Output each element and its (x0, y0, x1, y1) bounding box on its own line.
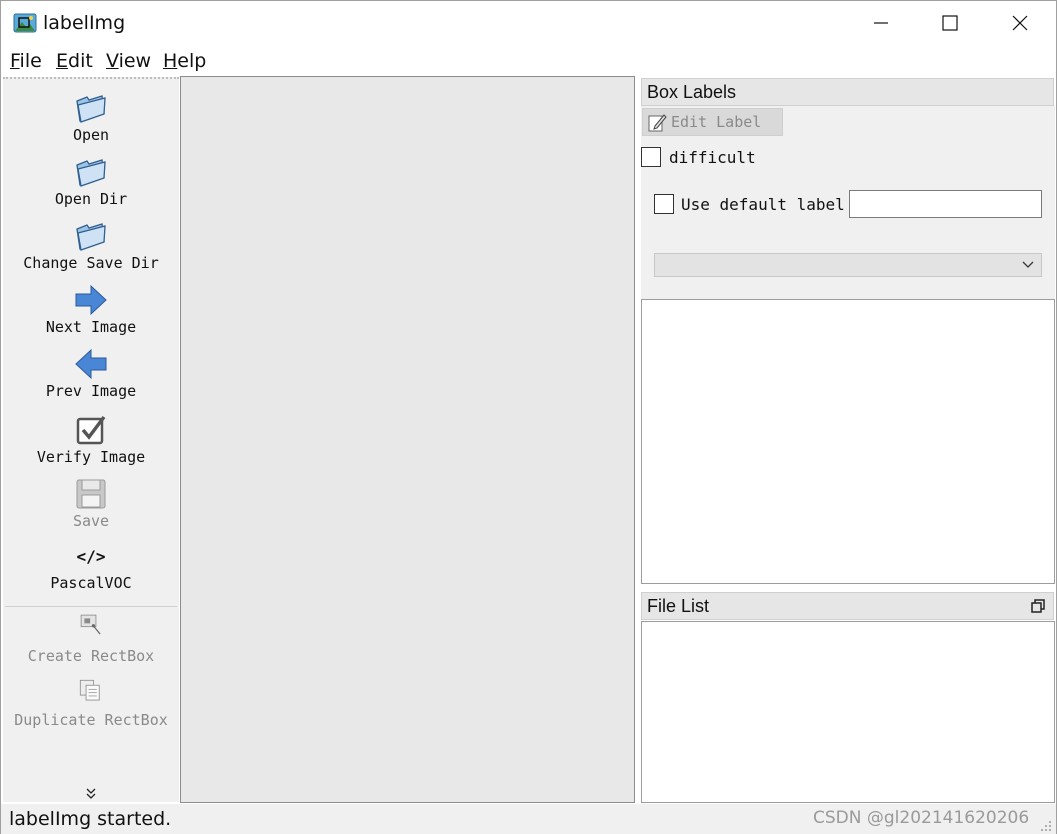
menu-file[interactable]: File (10, 50, 42, 72)
menu-help-key: H (163, 50, 178, 72)
file-list[interactable] (641, 621, 1055, 803)
verify-image-button[interactable]: Verify Image (3, 413, 179, 466)
duplicate-rectbox-button[interactable]: Duplicate RectBox (3, 677, 179, 729)
title-bar: labelImg (1, 1, 1056, 45)
edit-label-button[interactable]: Edit Label (642, 108, 783, 136)
menu-bar: File Edit View Help (1, 47, 1056, 75)
label-list[interactable] (641, 299, 1055, 584)
menu-help[interactable]: Help (163, 50, 206, 72)
draw-rectangle-icon (80, 614, 101, 635)
format-button[interactable]: </> PascalVOC (3, 547, 179, 592)
change-save-dir-button[interactable]: Change Save Dir (3, 219, 179, 272)
chevron-down-icon (1022, 261, 1034, 268)
float-window-icon[interactable] (1031, 599, 1045, 613)
close-button[interactable] (985, 1, 1055, 45)
minimize-button[interactable] (846, 1, 916, 45)
menu-edit[interactable]: Edit (56, 50, 93, 72)
arrow-left-icon (75, 348, 107, 380)
toolbar-divider (5, 606, 177, 607)
verify-image-label: Verify Image (36, 448, 146, 466)
open-dir-label: Open Dir (54, 190, 128, 208)
menu-help-rest: elp (177, 50, 207, 72)
minimize-icon (874, 22, 888, 24)
difficult-label: difficult (669, 148, 756, 167)
prev-image-label: Prev Image (45, 382, 137, 400)
next-image-label: Next Image (45, 318, 137, 336)
edit-pencil-icon (648, 114, 667, 132)
label-combobox[interactable] (654, 253, 1042, 277)
use-default-label-label: Use default label (681, 195, 845, 214)
folder-open-icon (76, 95, 106, 123)
status-bar: labelImg started. CSDN @gl202141620206 (1, 804, 1056, 834)
window-title: labelImg (43, 12, 126, 34)
save-button[interactable]: Save (3, 477, 179, 530)
copy-icon (79, 679, 100, 701)
prev-image-button[interactable]: Prev Image (3, 347, 179, 400)
maximize-icon (942, 15, 958, 31)
checkbox-checked-icon (76, 415, 106, 445)
open-button[interactable]: Open (3, 91, 179, 144)
difficult-checkbox[interactable] (641, 147, 661, 167)
create-rectbox-label: Create RectBox (27, 647, 155, 665)
menu-file-rest: ile (19, 50, 42, 72)
double-chevron-down-icon (86, 788, 96, 799)
open-label: Open (72, 126, 110, 144)
arrow-right-icon (75, 284, 107, 316)
menu-view-rest: iew (118, 50, 152, 72)
resize-grip-icon[interactable] (1040, 820, 1052, 832)
floppy-disk-icon (76, 479, 106, 509)
app-window: labelImg File Edit View Help Open Open D… (0, 0, 1057, 834)
app-logo-icon (13, 13, 37, 33)
menu-file-key: F (10, 50, 20, 72)
menu-edit-rest: dit (68, 50, 93, 72)
file-list-title[interactable]: File List (641, 592, 1054, 620)
next-image-button[interactable]: Next Image (3, 283, 179, 336)
maximize-button[interactable] (915, 1, 985, 45)
toolbar-more-button[interactable] (3, 787, 179, 804)
edit-label-text: Edit Label (671, 113, 762, 131)
close-icon (1012, 15, 1028, 31)
image-canvas[interactable] (180, 76, 635, 803)
menu-edit-key: E (56, 50, 69, 72)
duplicate-rectbox-label: Duplicate RectBox (14, 711, 168, 729)
folder-open-icon (76, 223, 106, 251)
code-icon: </> (76, 547, 106, 566)
menu-view-key: V (106, 50, 119, 72)
file-list-title-text: File List (647, 596, 710, 616)
save-label: Save (72, 512, 110, 530)
left-toolbar: Open Open Dir Change Save Dir Next Image (3, 77, 179, 802)
use-default-label-checkbox[interactable] (654, 194, 674, 214)
create-rectbox-button[interactable]: Create RectBox (3, 611, 179, 665)
open-dir-button[interactable]: Open Dir (3, 155, 179, 208)
watermark-text: CSDN @gl202141620206 (813, 808, 1030, 828)
change-save-dir-label: Change Save Dir (23, 254, 159, 272)
box-labels-title[interactable]: Box Labels (641, 78, 1054, 106)
folder-open-icon (76, 159, 106, 187)
format-label: PascalVOC (50, 574, 132, 592)
default-label-input[interactable] (849, 190, 1042, 218)
menu-view[interactable]: View (106, 50, 151, 72)
status-message: labelImg started. (9, 808, 172, 830)
